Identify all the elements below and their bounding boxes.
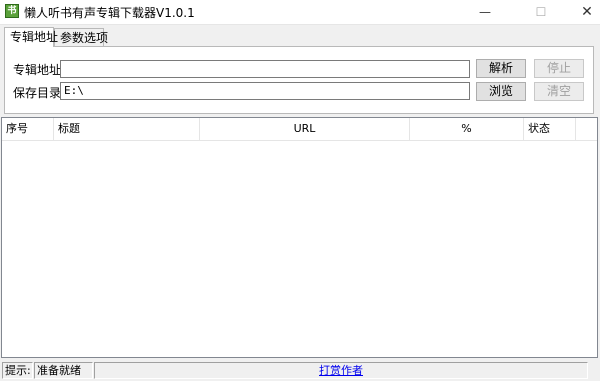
- minimize-button[interactable]: —: [462, 0, 508, 24]
- tab-panel-album: 专辑地址: 解析 停止 保存目录: E:\ 浏览 清空: [4, 46, 594, 114]
- browse-button[interactable]: 浏览: [476, 82, 526, 101]
- clear-button[interactable]: 清空: [534, 82, 584, 101]
- tab-parameter-options[interactable]: 参数选项: [54, 28, 108, 46]
- album-address-input[interactable]: [60, 60, 470, 78]
- column-header-status[interactable]: 状态: [524, 118, 576, 140]
- save-directory-input[interactable]: E:\: [60, 82, 470, 100]
- album-address-label: 专辑地址:: [13, 63, 66, 77]
- tab-album-address[interactable]: 专辑地址: [4, 27, 58, 47]
- save-directory-label: 保存目录:: [13, 86, 66, 100]
- status-link-panel: 打赏作者: [94, 362, 588, 379]
- download-list[interactable]: 序号 标题 URL % 状态: [1, 117, 598, 358]
- status-message: 准备就绪: [34, 362, 93, 379]
- column-header-title[interactable]: 标题: [54, 118, 200, 140]
- close-button[interactable]: ✕: [564, 0, 600, 24]
- maximize-button[interactable]: ☐: [518, 0, 564, 24]
- column-header-url[interactable]: URL: [200, 118, 410, 140]
- title-bar: 书 懒人听书有声专辑下载器V1.0.1 — ☐ ✕: [0, 0, 600, 25]
- donate-author-link[interactable]: 打赏作者: [319, 364, 363, 377]
- status-hint-label: 提示:: [2, 362, 33, 379]
- window-title: 懒人听书有声专辑下载器V1.0.1: [24, 6, 195, 20]
- app-icon: 书: [5, 4, 19, 18]
- status-bar: 提示: 准备就绪 打赏作者: [0, 360, 600, 381]
- column-header-index[interactable]: 序号: [2, 118, 54, 140]
- parse-button[interactable]: 解析: [476, 59, 526, 78]
- column-header-percent[interactable]: %: [410, 118, 524, 140]
- list-header: 序号 标题 URL % 状态: [2, 118, 597, 141]
- stop-button[interactable]: 停止: [534, 59, 584, 78]
